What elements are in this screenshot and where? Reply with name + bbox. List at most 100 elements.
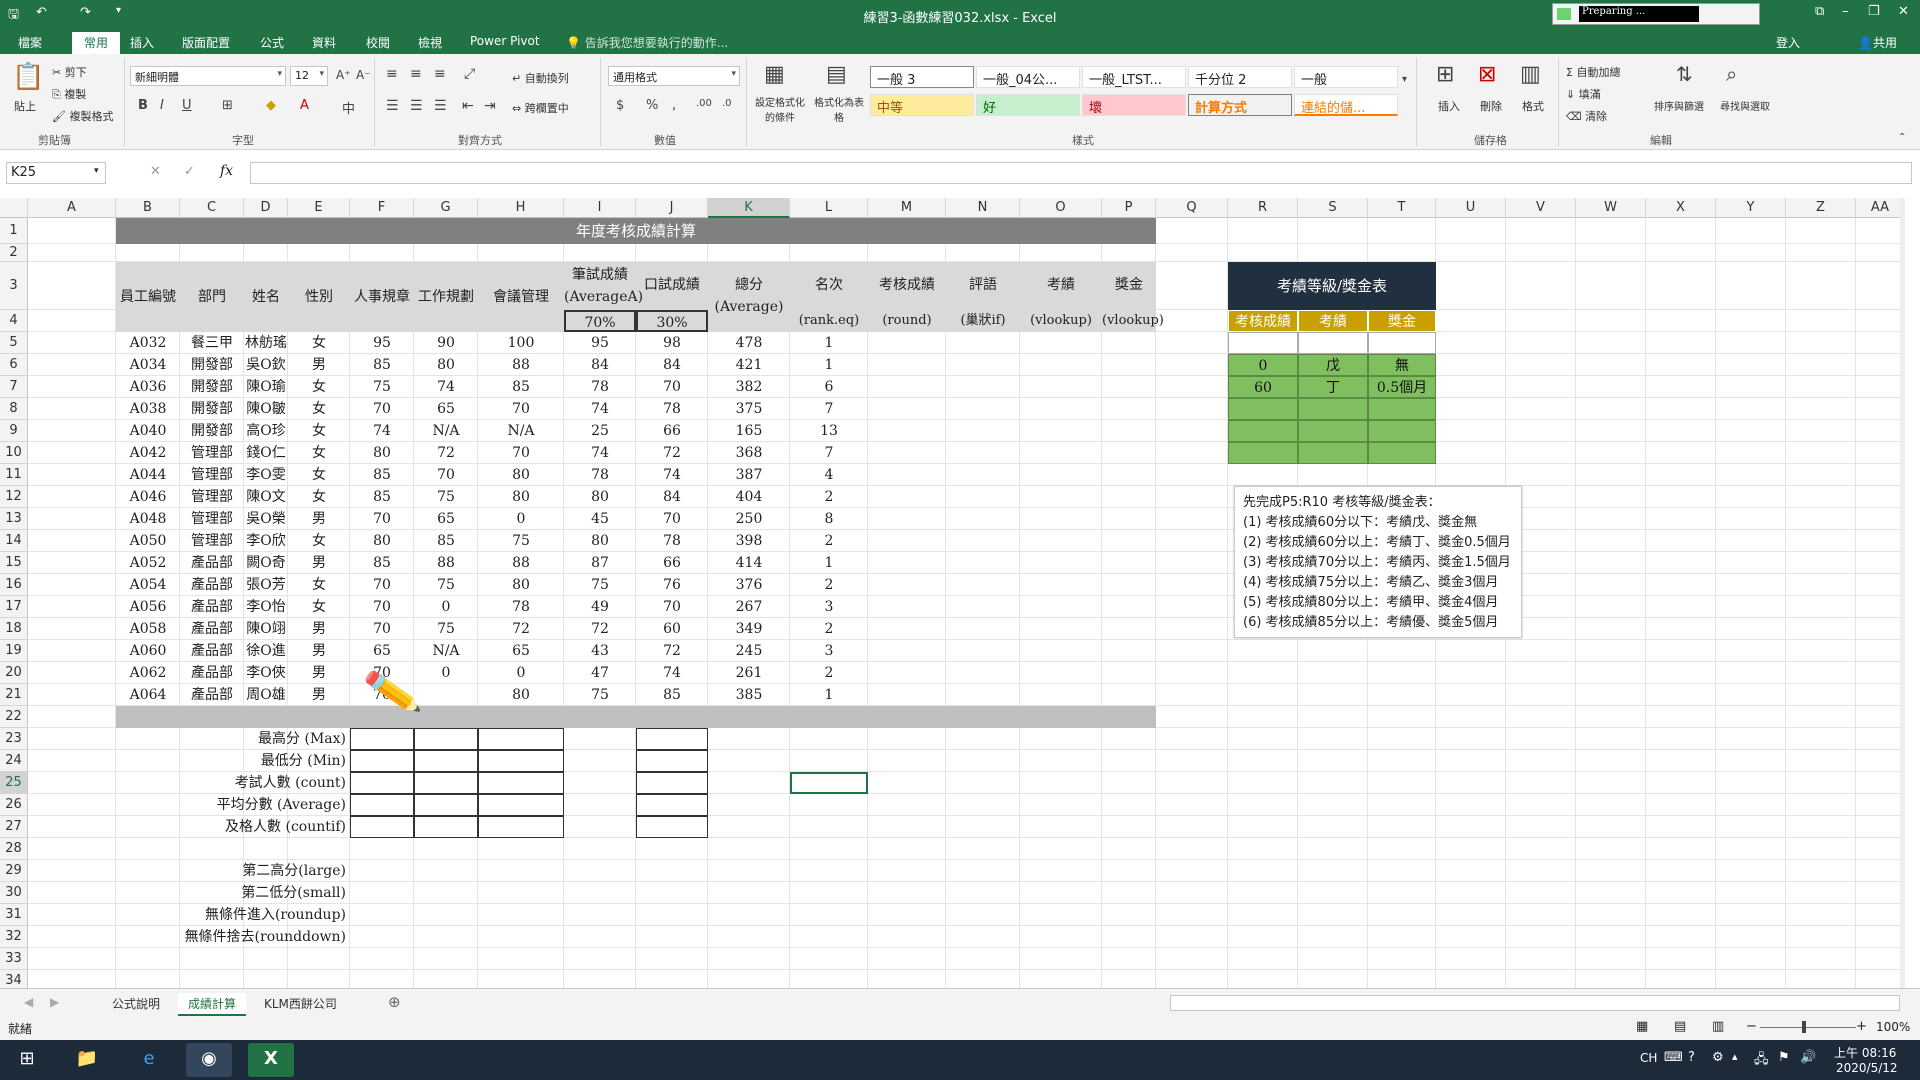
cell-l20[interactable]: 2 bbox=[790, 662, 868, 684]
stat-box[interactable] bbox=[478, 728, 564, 750]
excel-taskbar-icon[interactable]: X bbox=[248, 1043, 294, 1077]
cell-g7[interactable]: 74 bbox=[414, 376, 478, 398]
namebox-dropdown-icon[interactable]: ▾ bbox=[94, 166, 99, 176]
cell-c9[interactable]: 開發部 bbox=[180, 420, 244, 442]
lookup-cell[interactable] bbox=[1228, 442, 1298, 464]
insert-cells-button[interactable]: 插入 bbox=[1438, 98, 1460, 114]
clear-button[interactable]: ⌫ 清除 bbox=[1566, 108, 1607, 124]
cell-i8[interactable]: 74 bbox=[564, 398, 636, 420]
cell-l13[interactable]: 8 bbox=[790, 508, 868, 530]
cell-j7[interactable]: 70 bbox=[636, 376, 708, 398]
fill-color-icon[interactable]: ◆ bbox=[266, 98, 276, 113]
conditional-format-icon[interactable]: ▦ bbox=[764, 62, 785, 87]
cell-g20[interactable]: 0 bbox=[414, 662, 478, 684]
row-header-24[interactable]: 24 bbox=[0, 750, 28, 772]
vertical-scrollbar[interactable] bbox=[1900, 198, 1905, 988]
tell-me-input[interactable]: 💡 告訴我您想要執行的動作... bbox=[566, 34, 728, 51]
cell-c16[interactable]: 產品部 bbox=[180, 574, 244, 596]
restore-icon[interactable]: ❐ bbox=[1868, 4, 1880, 19]
cell-k14[interactable]: 398 bbox=[708, 530, 790, 552]
cell-e21[interactable]: 男 bbox=[288, 684, 350, 706]
cell-f9[interactable]: 74 bbox=[350, 420, 414, 442]
cell-g21[interactable] bbox=[414, 684, 478, 706]
cell-b21[interactable]: A064 bbox=[116, 684, 180, 706]
cell-h5[interactable]: 100 bbox=[478, 332, 564, 354]
increase-indent-icon[interactable]: ⇥ bbox=[484, 98, 496, 114]
stat-box[interactable] bbox=[350, 816, 414, 838]
stat-box[interactable] bbox=[414, 750, 478, 772]
start-button-icon[interactable]: ⊞ bbox=[4, 1043, 50, 1077]
cell-g12[interactable]: 75 bbox=[414, 486, 478, 508]
column-header-b[interactable]: B bbox=[116, 198, 180, 218]
stat-box[interactable] bbox=[414, 816, 478, 838]
cell-f12[interactable]: 85 bbox=[350, 486, 414, 508]
cut-button[interactable]: ✂ 剪下 bbox=[52, 64, 87, 80]
cell-c5[interactable]: 餐三甲 bbox=[180, 332, 244, 354]
align-right-icon[interactable]: ☰ bbox=[434, 98, 447, 114]
cell-d5[interactable]: 林舫瑤 bbox=[244, 332, 288, 354]
input-language[interactable]: CH bbox=[1640, 1051, 1657, 1065]
cell-l12[interactable]: 2 bbox=[790, 486, 868, 508]
cell-g11[interactable]: 70 bbox=[414, 464, 478, 486]
name-box[interactable]: K25 bbox=[6, 162, 106, 184]
increase-font-icon[interactable]: A⁺ bbox=[336, 68, 351, 82]
cell-h18[interactable]: 72 bbox=[478, 618, 564, 640]
cell-l14[interactable]: 2 bbox=[790, 530, 868, 552]
sign-in-link[interactable]: 登入 bbox=[1776, 34, 1800, 51]
row-header-28[interactable]: 28 bbox=[0, 838, 28, 860]
cell-i20[interactable]: 47 bbox=[564, 662, 636, 684]
cell-l17[interactable]: 3 bbox=[790, 596, 868, 618]
column-header-e[interactable]: E bbox=[288, 198, 350, 218]
fill-button[interactable]: ⇓ 填滿 bbox=[1566, 86, 1601, 102]
lookup-cell[interactable]: 0.5個月 bbox=[1368, 376, 1436, 398]
row-header-15[interactable]: 15 bbox=[0, 552, 28, 574]
column-header-u[interactable]: U bbox=[1436, 198, 1506, 218]
cell-b12[interactable]: A046 bbox=[116, 486, 180, 508]
cell-j21[interactable]: 85 bbox=[636, 684, 708, 706]
font-color-icon[interactable]: A bbox=[300, 98, 309, 113]
sheet-tab-klm[interactable]: KLM西餅公司 bbox=[254, 993, 347, 1014]
style-calculation[interactable]: 計算方式 bbox=[1188, 94, 1292, 116]
cell-h11[interactable]: 80 bbox=[478, 464, 564, 486]
conditional-format-button[interactable]: 設定格式化的條件 bbox=[752, 94, 808, 124]
lookup-cell[interactable] bbox=[1228, 398, 1298, 420]
cell-f16[interactable]: 70 bbox=[350, 574, 414, 596]
cell-j10[interactable]: 72 bbox=[636, 442, 708, 464]
style-comma2[interactable]: 千分位 2 bbox=[1188, 66, 1292, 88]
cell-i10[interactable]: 74 bbox=[564, 442, 636, 464]
flag-icon[interactable]: ⚑ bbox=[1778, 1050, 1790, 1065]
cell-j5[interactable]: 98 bbox=[636, 332, 708, 354]
lookup-cell[interactable] bbox=[1368, 442, 1436, 464]
lookup-cell[interactable] bbox=[1298, 398, 1368, 420]
tray-expand-icon[interactable]: ▴ bbox=[1732, 1050, 1738, 1063]
row-header-4[interactable]: 4 bbox=[0, 310, 28, 332]
align-bottom-icon[interactable]: ≡ bbox=[434, 66, 446, 82]
comma-icon[interactable]: , bbox=[672, 98, 676, 113]
cell-g10[interactable]: 72 bbox=[414, 442, 478, 464]
cell-c20[interactable]: 產品部 bbox=[180, 662, 244, 684]
cell-b14[interactable]: A050 bbox=[116, 530, 180, 552]
row-header-14[interactable]: 14 bbox=[0, 530, 28, 552]
stat-box[interactable] bbox=[636, 816, 708, 838]
decrease-font-icon[interactable]: A⁻ bbox=[356, 68, 371, 82]
cell-g6[interactable]: 80 bbox=[414, 354, 478, 376]
cell-i12[interactable]: 80 bbox=[564, 486, 636, 508]
column-header-a[interactable]: A bbox=[28, 198, 116, 218]
row-header-29[interactable]: 29 bbox=[0, 860, 28, 882]
stat-box[interactable] bbox=[414, 794, 478, 816]
cell-l11[interactable]: 4 bbox=[790, 464, 868, 486]
cell-b19[interactable]: A060 bbox=[116, 640, 180, 662]
row-header-34[interactable]: 34 bbox=[0, 970, 28, 988]
style-normal04[interactable]: 一般_04公... bbox=[976, 66, 1080, 88]
row-header-6[interactable]: 6 bbox=[0, 354, 28, 376]
row-header-23[interactable]: 23 bbox=[0, 728, 28, 750]
cell-l21[interactable]: 1 bbox=[790, 684, 868, 706]
column-header-l[interactable]: L bbox=[790, 198, 868, 218]
column-header-y[interactable]: Y bbox=[1716, 198, 1786, 218]
align-top-icon[interactable]: ≡ bbox=[386, 66, 398, 82]
cell-b16[interactable]: A054 bbox=[116, 574, 180, 596]
lookup-blank[interactable] bbox=[1228, 332, 1298, 354]
cell-e13[interactable]: 男 bbox=[288, 508, 350, 530]
cell-g8[interactable]: 65 bbox=[414, 398, 478, 420]
cell-b7[interactable]: A036 bbox=[116, 376, 180, 398]
